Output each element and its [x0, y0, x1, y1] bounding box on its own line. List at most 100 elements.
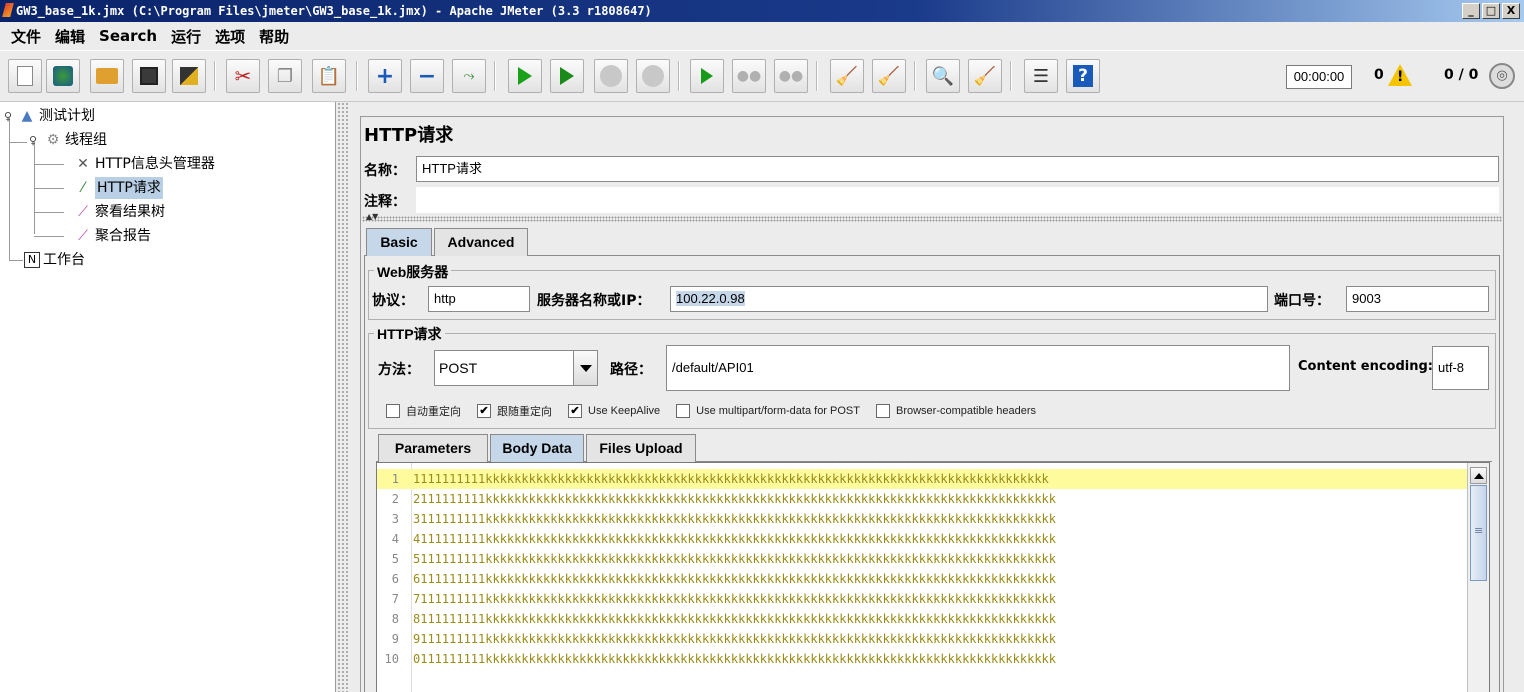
toggle-icon[interactable]: ⤳: [452, 59, 486, 93]
elapsed-timer: 00:00:00: [1286, 65, 1352, 89]
collapse-toggle-icon[interactable]: ♀: [4, 110, 12, 123]
encoding-field[interactable]: utf-8: [1432, 346, 1489, 390]
paste-icon[interactable]: 📋: [312, 59, 346, 93]
remote-start-icon[interactable]: [690, 59, 724, 93]
tree-node-thread-group[interactable]: ⚙ 线程组: [44, 129, 107, 151]
chevron-down-icon[interactable]: [573, 351, 597, 385]
open-icon[interactable]: [90, 59, 124, 93]
options-checkboxes: 自动重定向 ✔ 跟随重定向 ✔ Use KeepAlive Use multip…: [386, 403, 1052, 419]
code-line: 2 2111111111kkkkkkkkkkkkkkkkkkkkkkkkkkkkk…: [391, 492, 1056, 506]
auto-redirect-checkbox[interactable]: [386, 404, 400, 418]
close-button[interactable]: X: [1502, 3, 1520, 19]
multipart-checkbox[interactable]: [676, 404, 691, 418]
server-value: 100.22.0.98: [676, 291, 745, 306]
code-line: 5 5111111111kkkkkkkkkkkkkkkkkkkkkkkkkkkkk…: [391, 552, 1056, 566]
remote-stop-icon[interactable]: ●●: [732, 59, 766, 93]
name-label: 名称：: [364, 163, 406, 179]
web-server-group-title: Web服务器: [374, 262, 452, 282]
http-request-group-title: HTTP请求: [374, 324, 445, 344]
menu-run[interactable]: 运行: [164, 26, 208, 47]
function-helper-icon[interactable]: ☰: [1024, 59, 1058, 93]
tree-node-label: 察看结果树: [95, 204, 165, 220]
port-field[interactable]: 9003: [1346, 286, 1489, 312]
menu-options[interactable]: 选项: [208, 26, 252, 47]
server-label: 服务器名称或IP：: [537, 293, 651, 309]
menu-bar: 文件 编辑 Search 运行 选项 帮助: [0, 22, 1524, 50]
expand-icon[interactable]: +: [368, 59, 402, 93]
tree-node-aggregate-report[interactable]: ⟋ 聚合报告: [74, 225, 151, 247]
maximize-button[interactable]: □: [1482, 3, 1500, 19]
remote-shutdown-icon[interactable]: ●●: [774, 59, 808, 93]
clear-all-icon[interactable]: 🧹: [872, 59, 906, 93]
tab-parameters[interactable]: Parameters: [378, 434, 488, 462]
split-arrows-icon[interactable]: ▲▼: [366, 213, 378, 221]
stop-icon[interactable]: [594, 59, 628, 93]
vertical-scrollbar[interactable]: [1467, 463, 1489, 692]
aggregate-report-icon: ⟋: [78, 228, 88, 244]
workbench-icon: N: [24, 252, 40, 268]
tab-files-upload[interactable]: Files Upload: [586, 434, 696, 462]
search-icon[interactable]: 🔍: [926, 59, 960, 93]
page-title: HTTP请求: [364, 125, 454, 146]
path-label: 路径：: [610, 362, 652, 378]
tab-advanced[interactable]: Advanced: [434, 228, 528, 256]
save-icon[interactable]: [132, 59, 166, 93]
window-title: GW3_base_1k.jmx (C:\Program Files\jmeter…: [16, 4, 652, 18]
tree-node-http-request[interactable]: ⁄ HTTP请求: [74, 177, 163, 199]
header-manager-icon: ✕: [77, 156, 89, 172]
http-sampler-icon: ⁄: [81, 180, 85, 196]
tree-node-workbench[interactable]: N 工作台: [24, 249, 85, 271]
start-icon[interactable]: [508, 59, 542, 93]
menu-search[interactable]: Search: [92, 27, 164, 45]
follow-redirect-checkbox[interactable]: ✔: [477, 404, 491, 418]
reset-search-icon[interactable]: 🧹: [968, 59, 1002, 93]
body-data-editor[interactable]: 1 1111111111kkkkkkkkkkkkkkkkkkkkkkkkkkkkk…: [376, 462, 1490, 692]
code-line: 6 6111111111kkkkkkkkkkkkkkkkkkkkkkkkkkkkk…: [391, 572, 1056, 586]
keepalive-checkbox[interactable]: ✔: [568, 404, 582, 418]
encoding-label: Content encoding:: [1298, 359, 1433, 374]
code-line: 3 3111111111kkkkkkkkkkkkkkkkkkkkkkkkkkkkk…: [391, 512, 1056, 526]
keepalive-label: Use KeepAlive: [588, 405, 661, 417]
thread-group-icon: ⚙: [46, 132, 60, 148]
menu-edit[interactable]: 编辑: [48, 26, 92, 47]
tree-node-label: 线程组: [65, 132, 107, 148]
collapse-icon[interactable]: −: [410, 59, 444, 93]
code-line: 7 7111111111kkkkkkkkkkkkkkkkkkkkkkkkkkkkk…: [391, 592, 1056, 606]
help-icon[interactable]: ?: [1066, 59, 1100, 93]
menu-help[interactable]: 帮助: [252, 26, 296, 47]
method-select[interactable]: POST: [434, 350, 598, 386]
templates-icon[interactable]: [46, 59, 80, 93]
shutdown-icon[interactable]: [636, 59, 670, 93]
tab-body-data[interactable]: Body Data: [490, 434, 584, 462]
tree-node-header-manager[interactable]: ✕ HTTP信息头管理器: [74, 153, 215, 175]
scroll-up-icon[interactable]: [1470, 467, 1487, 484]
save-as-icon[interactable]: [172, 59, 206, 93]
tree-node-results-tree[interactable]: ⟋ 察看结果树: [74, 201, 165, 223]
code-line: 9 9111111111kkkkkkkkkkkkkkkkkkkkkkkkkkkkk…: [391, 632, 1056, 646]
method-label: 方法：: [378, 362, 420, 378]
tab-basic[interactable]: Basic: [366, 228, 432, 256]
tree-node-test-plan[interactable]: ▲ 测试计划: [18, 105, 95, 127]
browser-headers-checkbox[interactable]: [875, 404, 890, 418]
name-field[interactable]: HTTP请求: [416, 156, 1499, 182]
warning-icon[interactable]: [1388, 64, 1412, 86]
tree-node-label: 聚合报告: [95, 228, 151, 244]
scroll-thumb[interactable]: [1470, 485, 1487, 581]
comment-field[interactable]: [416, 187, 1499, 213]
copy-icon[interactable]: ❐: [268, 59, 302, 93]
cut-icon[interactable]: ✂: [226, 59, 260, 93]
menu-file[interactable]: 文件: [4, 26, 48, 47]
start-no-pauses-icon[interactable]: [550, 59, 584, 93]
server-field[interactable]: 100.22.0.98: [670, 286, 1268, 312]
collapse-toggle-icon[interactable]: ♀: [29, 134, 37, 147]
active-threads-count: 0 / 0: [1444, 67, 1479, 83]
path-field[interactable]: /default/API01: [666, 345, 1290, 391]
tree-node-label: HTTP请求: [95, 177, 163, 199]
new-icon[interactable]: [8, 59, 42, 93]
clear-icon[interactable]: 🧹: [830, 59, 864, 93]
minimize-button[interactable]: _: [1462, 3, 1480, 19]
panel-splitter[interactable]: [337, 102, 349, 692]
code-line: 10 0111111111kkkkkkkkkkkkkkkkkkkkkkkkkkkk…: [384, 652, 1056, 666]
port-label: 端口号：: [1274, 293, 1330, 309]
protocol-field[interactable]: http: [428, 286, 530, 312]
